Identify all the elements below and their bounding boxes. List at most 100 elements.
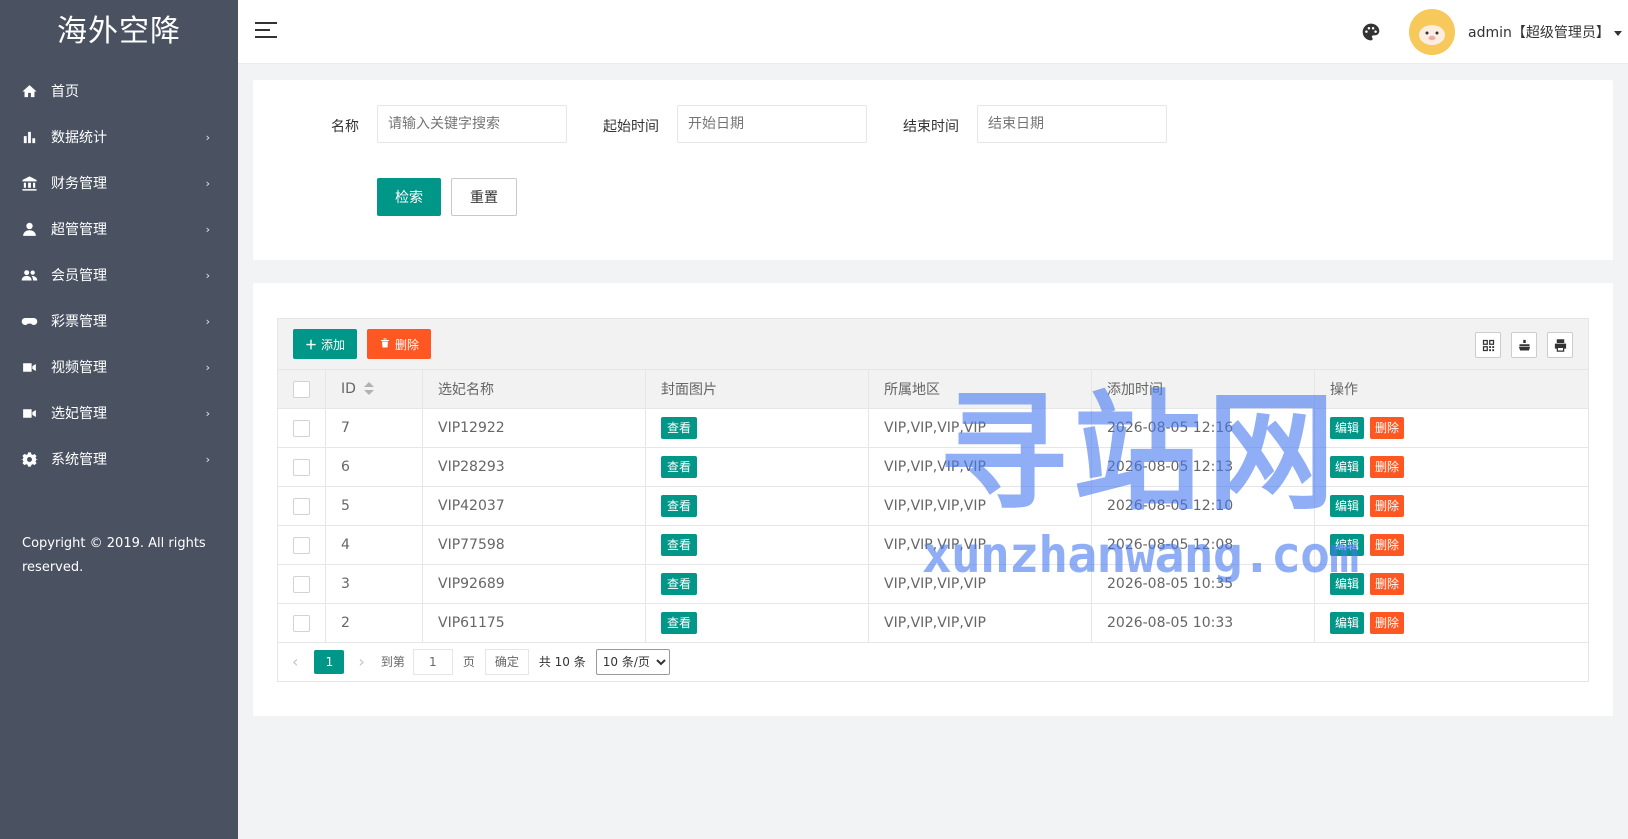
cell-time: 2026-08-05 12:13 (1091, 447, 1315, 487)
row-checkbox[interactable] (293, 614, 310, 632)
page-number-current[interactable]: 1 (314, 649, 345, 674)
sort-icon[interactable] (363, 382, 374, 396)
batch-delete-button[interactable]: 删除 (367, 329, 431, 359)
sidebar-nav: 首页 数据统计 › 财务管理 › 超管管理 › 会员管理 › 彩票管理 › 视频… (0, 68, 238, 482)
view-button[interactable]: 查看 (661, 456, 698, 478)
view-button[interactable]: 查看 (661, 495, 698, 517)
cell-time: 2026-08-05 10:33 (1091, 603, 1315, 643)
edit-button[interactable]: 编辑 (1330, 534, 1365, 556)
row-checkbox-cell (277, 525, 326, 565)
reset-button[interactable]: 重置 (451, 178, 517, 216)
cell-name: VIP77598 (422, 525, 646, 565)
chevron-right-icon: › (205, 406, 210, 420)
user-menu[interactable]: admin【超级管理员】 (1468, 22, 1622, 42)
view-button[interactable]: 查看 (661, 612, 698, 634)
chevron-right-icon: › (205, 360, 210, 374)
goto-label: 到第 (380, 655, 405, 669)
page-size-select[interactable]: 10 条/页 (595, 648, 670, 675)
delete-button[interactable]: 删除 (1370, 534, 1405, 556)
cell-id: 3 (325, 564, 423, 604)
prev-page-icon[interactable]: ‹ (292, 652, 298, 671)
sidebar-item-label: 首页 (51, 84, 79, 100)
avatar[interactable] (1409, 9, 1455, 55)
caret-down-icon (1613, 30, 1622, 36)
cell-region: VIP,VIP,VIP,VIP (868, 447, 1092, 487)
delete-button[interactable]: 删除 (1370, 573, 1405, 595)
app-logo: 海外空降 (57, 14, 181, 49)
select-all-cell (277, 369, 326, 409)
palette-icon[interactable] (1361, 22, 1381, 42)
row-checkbox[interactable] (293, 419, 310, 437)
delete-button[interactable]: 删除 (1370, 417, 1405, 439)
name-search-input[interactable] (377, 105, 567, 143)
gamepad-icon (20, 312, 38, 330)
row-checkbox[interactable] (293, 497, 310, 515)
cell-cover: 查看 (645, 408, 869, 448)
edit-button[interactable]: 编辑 (1330, 417, 1365, 439)
table-header-row: ID 选妃名称 封面图片 所属地区 添加时间 操作 (277, 369, 1589, 409)
cell-actions: 编辑 删除 (1314, 408, 1589, 448)
cell-id: 5 (325, 486, 423, 526)
edit-button[interactable]: 编辑 (1330, 612, 1365, 634)
sidebar-item-videos[interactable]: 视频管理 › (0, 344, 238, 390)
cell-cover: 查看 (645, 525, 869, 565)
sidebar-item-system[interactable]: 系统管理 › (0, 436, 238, 482)
search-panel: 名称 起始时间 结束时间 检索 重置 (253, 80, 1613, 260)
select-all-checkbox[interactable] (293, 380, 310, 398)
chevron-right-icon: › (205, 452, 210, 466)
start-date-input[interactable] (677, 105, 867, 143)
top-header: admin【超级管理员】 (238, 0, 1628, 64)
sidebar-item-home[interactable]: 首页 (0, 68, 238, 114)
name-label: 名称 (331, 119, 359, 135)
cell-id: 4 (325, 525, 423, 565)
delete-button[interactable]: 删除 (1370, 495, 1405, 517)
chevron-right-icon: › (205, 268, 210, 282)
delete-button[interactable]: 删除 (1370, 612, 1405, 634)
delete-button[interactable]: 删除 (1370, 456, 1405, 478)
view-button[interactable]: 查看 (661, 573, 698, 595)
sidebar-item-lottery[interactable]: 彩票管理 › (0, 298, 238, 344)
view-button[interactable]: 查看 (661, 417, 698, 439)
columns-filter-icon[interactable] (1475, 332, 1501, 358)
cell-actions: 编辑 删除 (1314, 564, 1589, 604)
cell-id: 2 (325, 603, 423, 643)
row-checkbox[interactable] (293, 536, 310, 554)
goto-confirm-button[interactable]: 确定 (484, 648, 529, 675)
table-row: 4 VIP77598 查看 VIP,VIP,VIP,VIP 2026-08-05… (277, 525, 1589, 565)
menu-toggle-icon[interactable] (255, 22, 277, 42)
cell-region: VIP,VIP,VIP,VIP (868, 525, 1092, 565)
cell-name: VIP12922 (422, 408, 646, 448)
sidebar-item-label: 会员管理 (51, 268, 107, 284)
row-checkbox-cell (277, 486, 326, 526)
row-checkbox-cell (277, 447, 326, 487)
data-table: ID 选妃名称 封面图片 所属地区 添加时间 操作 7 VIP12922 查看 … (277, 369, 1589, 643)
sidebar-item-statistics[interactable]: 数据统计 › (0, 114, 238, 160)
pagination: ‹ 1 › 到第 页 确定 共 10 条 10 条/页 (277, 642, 1589, 682)
print-icon[interactable] (1547, 332, 1573, 358)
start-time-label: 起始时间 (603, 119, 659, 135)
end-date-input[interactable] (977, 105, 1167, 143)
cell-name: VIP28293 (422, 447, 646, 487)
goto-page-input[interactable] (412, 648, 453, 675)
edit-button[interactable]: 编辑 (1330, 495, 1365, 517)
sidebar-item-admins[interactable]: 超管管理 › (0, 206, 238, 252)
row-checkbox[interactable] (293, 575, 310, 593)
column-header-id[interactable]: ID (325, 369, 423, 409)
cell-region: VIP,VIP,VIP,VIP (868, 564, 1092, 604)
edit-button[interactable]: 编辑 (1330, 573, 1365, 595)
view-button[interactable]: 查看 (661, 534, 698, 556)
table-row: 2 VIP61175 查看 VIP,VIP,VIP,VIP 2026-08-05… (277, 603, 1589, 643)
row-checkbox-cell (277, 564, 326, 604)
row-checkbox[interactable] (293, 458, 310, 476)
export-icon[interactable] (1511, 332, 1537, 358)
sidebar-item-finance[interactable]: 财务管理 › (0, 160, 238, 206)
next-page-icon[interactable]: › (358, 652, 364, 671)
sidebar-item-selection[interactable]: 选妃管理 › (0, 390, 238, 436)
table-row: 3 VIP92689 查看 VIP,VIP,VIP,VIP 2026-08-05… (277, 564, 1589, 604)
sidebar-item-members[interactable]: 会员管理 › (0, 252, 238, 298)
table-tools (1475, 332, 1573, 358)
add-button[interactable]: ＋ 添加 (293, 329, 357, 359)
edit-button[interactable]: 编辑 (1330, 456, 1365, 478)
page-unit-label: 页 (462, 655, 475, 669)
search-button[interactable]: 检索 (377, 178, 441, 216)
